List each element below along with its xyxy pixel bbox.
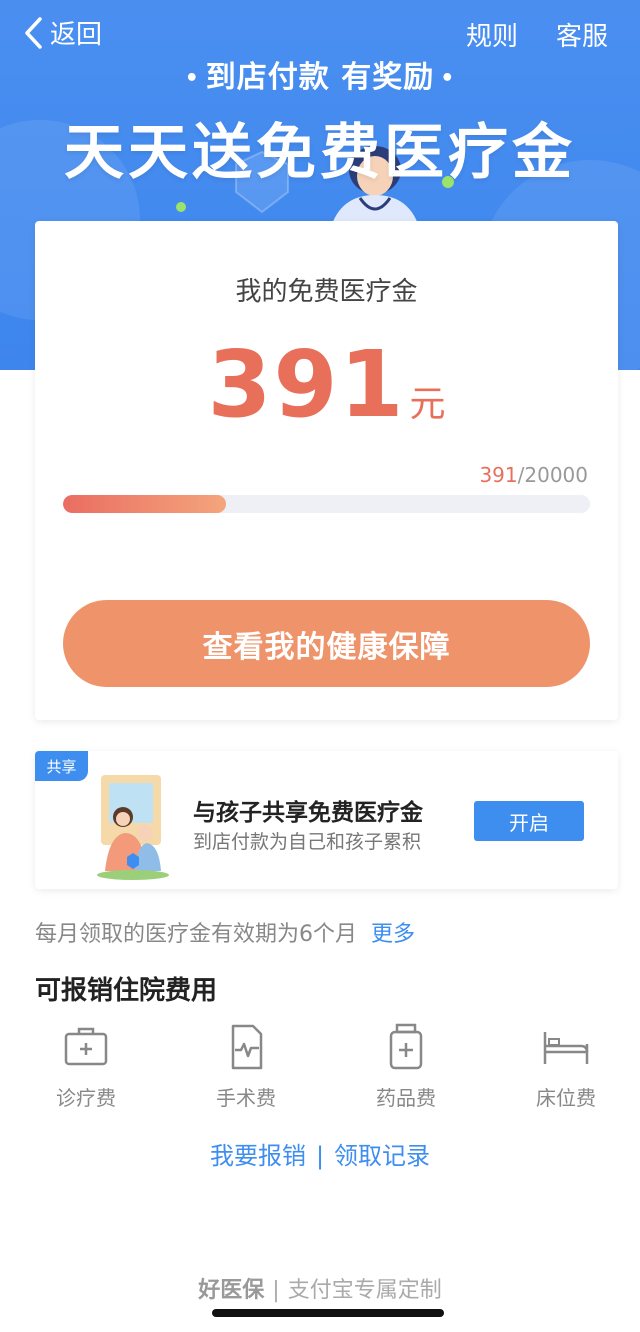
medical-kit-icon — [64, 1027, 108, 1066]
fund-amount-row: 391 元 — [35, 331, 618, 438]
bed-icon — [543, 1032, 589, 1064]
bullet-dot: • — [440, 66, 456, 91]
hero-title: 天天送免费医疗金 — [64, 118, 576, 188]
share-tag: 共享 — [35, 751, 88, 781]
fund-unit: 元 — [409, 384, 446, 425]
validity-text: 每月领取的医疗金有效期为6个月 — [35, 922, 357, 947]
back-button[interactable]: 返回 — [22, 14, 102, 51]
bullet-dot: • — [184, 66, 200, 91]
records-link[interactable]: 领取记录 — [334, 1142, 430, 1170]
progress-text: 391/20000 — [479, 463, 588, 487]
view-health-coverage-button[interactable]: 查看我的健康保障 — [63, 600, 590, 687]
category-label: 床位费 — [536, 1086, 596, 1110]
progress-total: /20000 — [517, 463, 588, 487]
more-link[interactable]: 更多 — [371, 922, 415, 947]
customer-service-link[interactable]: 客服 — [556, 16, 608, 53]
section-title: 可报销住院费用 — [35, 976, 218, 1006]
validity-note: 每月领取的医疗金有效期为6个月 更多 — [35, 916, 415, 948]
category-consultation[interactable]: 诊疗费 — [36, 1022, 136, 1111]
back-label: 返回 — [50, 20, 103, 50]
category-surgery[interactable]: 手术费 — [196, 1022, 296, 1111]
mother-child-illustration — [97, 775, 169, 880]
share-description: 到店付款为自己和孩子累积 — [193, 831, 422, 853]
claim-link[interactable]: 我要报销 — [210, 1142, 306, 1170]
medicine-bottle-icon — [389, 1023, 423, 1070]
reimbursable-categories: 诊疗费 手术费 药品费 床位费 — [0, 1022, 640, 1122]
enable-share-button[interactable]: 开启 — [474, 801, 584, 841]
share-title: 与孩子共享免费医疗金 — [193, 800, 423, 826]
category-bed[interactable]: 床位费 — [516, 1022, 616, 1111]
category-label: 诊疗费 — [56, 1086, 116, 1110]
fund-label: 我的免费医疗金 — [235, 277, 418, 307]
category-medicine[interactable]: 药品费 — [356, 1022, 456, 1111]
action-links: 我要报销 | 领取记录 — [0, 1136, 640, 1171]
home-indicator — [212, 1309, 444, 1317]
rules-link[interactable]: 规则 — [466, 16, 518, 53]
hero-subtitle-text: 到店付款 有奖励 — [205, 60, 435, 95]
hero-subtitle: • 到店付款 有奖励 • — [0, 52, 640, 96]
decorative-dot — [176, 202, 186, 212]
footer: 好医保 | 支付宝专属定制 — [0, 1272, 640, 1304]
footer-brand: 好医保 — [198, 1278, 265, 1303]
medical-fund-card: 我的免费医疗金 391 元 391/20000 查看我的健康保障 — [35, 221, 618, 720]
fund-amount: 391 — [207, 331, 406, 438]
share-card[interactable]: 共享 与孩子共享免费医疗金 到店付款为自己和孩子累积 开启 — [35, 751, 618, 889]
category-label: 手术费 — [216, 1086, 276, 1110]
heartbeat-document-icon — [231, 1024, 263, 1070]
category-label: 药品费 — [376, 1086, 436, 1110]
progress-bar — [63, 495, 590, 513]
footer-tagline: 支付宝专属定制 — [287, 1278, 442, 1303]
footer-separator: | — [272, 1278, 280, 1303]
chevron-left-icon — [25, 16, 42, 49]
progress-current: 391 — [479, 463, 518, 487]
link-separator: | — [315, 1142, 325, 1170]
progress-fill — [63, 495, 227, 513]
